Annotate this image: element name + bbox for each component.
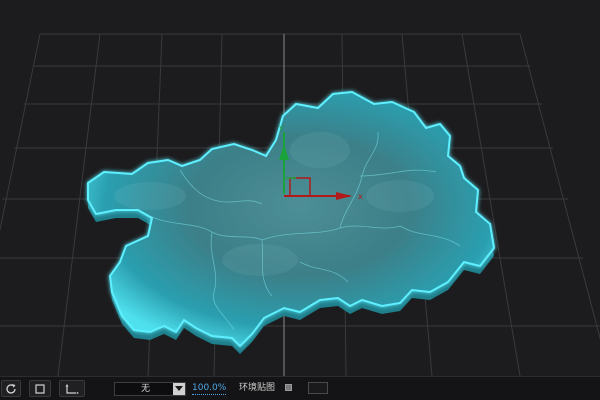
rotate-button[interactable] [1,380,21,397]
frame-button[interactable] [29,380,51,397]
env-map-checkbox[interactable] [285,384,292,391]
rotate-icon [5,383,17,395]
gizmo-x-label: x [358,192,363,201]
axis-icon [64,383,80,395]
gizmo-y-label: y [279,123,284,132]
env-map-label: 环境贴图 [239,383,276,393]
editor-app: y x 无 100.0% 环境贴图 [0,0,600,400]
scene-canvas[interactable]: y x [0,0,600,376]
map-region[interactable] [87,90,496,354]
material-select[interactable]: 无 [114,382,186,396]
bottom-toolbar: 无 100.0% 环境贴图 [0,376,600,400]
material-select-value: 无 [141,384,151,394]
chevron-down-icon[interactable] [173,383,185,395]
frame-icon [34,383,46,395]
axis-button[interactable] [59,380,85,397]
3d-viewport[interactable]: y x [0,0,600,376]
env-map-swatch[interactable] [308,382,328,394]
zoom-level[interactable]: 100.0% [192,382,227,395]
